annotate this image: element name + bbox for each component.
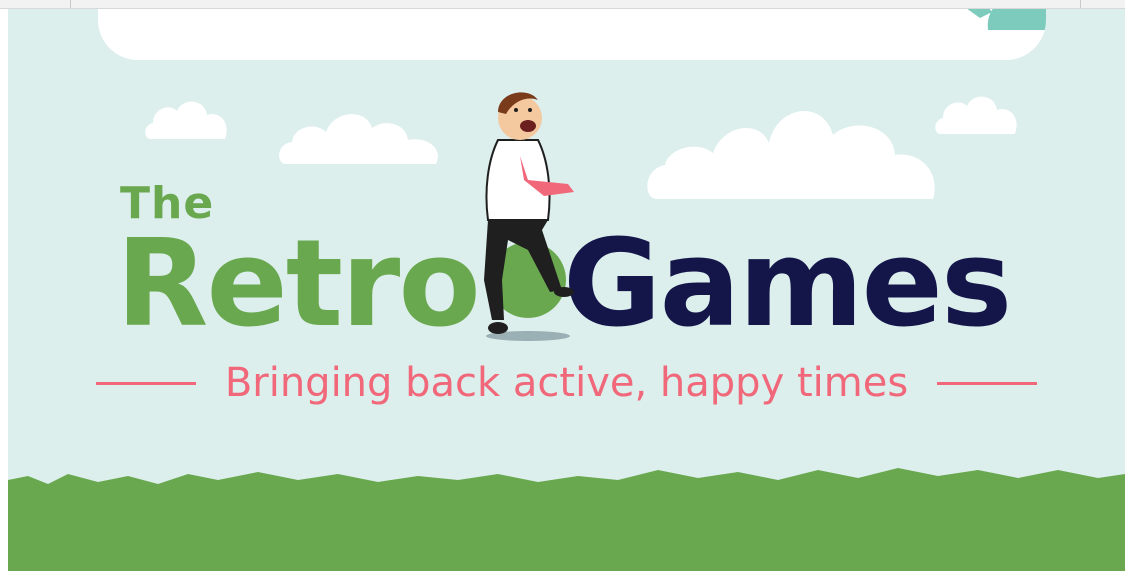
- tagline-divider-right: [937, 381, 1038, 385]
- hero-banner: The Retro Games Bringing back active, ha…: [8, 0, 1125, 571]
- tagline-text: Bringing back active, happy times: [224, 360, 909, 406]
- cloud-icon: [647, 111, 935, 199]
- cloud-icon: [145, 101, 227, 139]
- man-on-ball-icon: [484, 92, 574, 341]
- tagline-divider-left: [95, 381, 196, 385]
- title-games: Games: [563, 215, 1012, 354]
- grass-field: [8, 468, 1125, 571]
- top-strip-divider: [1080, 0, 1081, 8]
- top-strip: [0, 0, 1125, 9]
- top-strip-divider: [70, 0, 71, 8]
- tagline-row: Bringing back active, happy times: [8, 360, 1125, 406]
- cloud-icon: [935, 96, 1017, 134]
- title-retro: Retro: [116, 215, 481, 354]
- cloud-icon: [279, 114, 438, 164]
- header-panel: [98, 0, 1046, 60]
